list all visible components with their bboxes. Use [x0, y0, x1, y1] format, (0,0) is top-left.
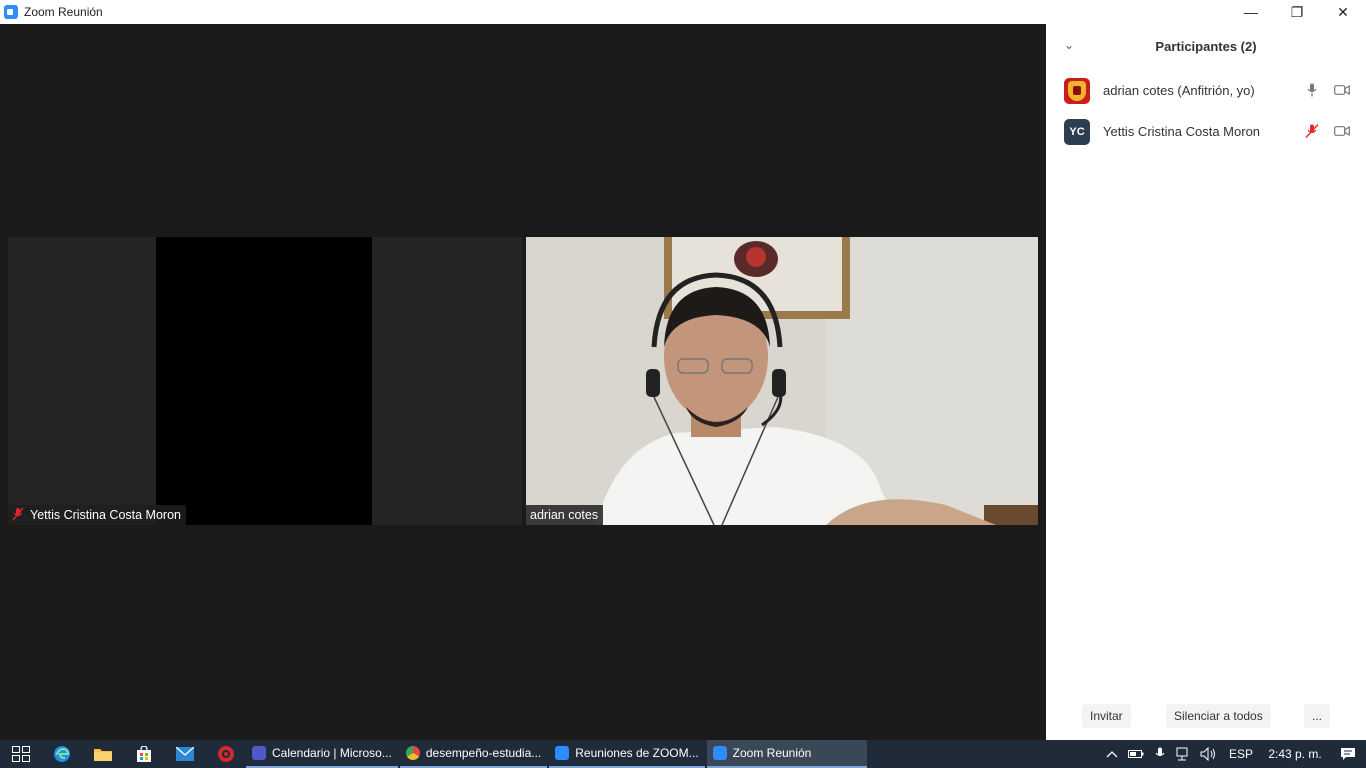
- participant-list: adrian cotes (Anfitrión, yo) YC Yettis C…: [1046, 68, 1366, 152]
- zoom-app-icon: [4, 5, 18, 19]
- mail-icon[interactable]: [164, 740, 205, 768]
- mic-icon[interactable]: [1304, 83, 1320, 97]
- camera-off-icon[interactable]: [1334, 124, 1350, 138]
- chevron-down-icon[interactable]: ⌄: [1064, 38, 1074, 52]
- window-title: Zoom Reunión: [24, 5, 103, 19]
- participant-name: adrian cotes (Anfitrión, yo): [1103, 83, 1255, 98]
- taskbar-app-label: Zoom Reunión: [732, 746, 812, 760]
- video-tile-yettis[interactable]: Yettis Cristina Costa Moron: [8, 237, 522, 525]
- red-circle-app-icon[interactable]: [205, 740, 246, 768]
- webcam-video-frame: [526, 237, 1038, 525]
- store-icon[interactable]: [123, 740, 164, 768]
- title-bar: Zoom Reunión — ❐ ✕: [0, 0, 1366, 24]
- chevron-up-icon[interactable]: [1100, 750, 1124, 758]
- more-options-button[interactable]: ...: [1304, 704, 1331, 728]
- camera-off-icon[interactable]: [1334, 83, 1350, 97]
- mic-muted-icon: [12, 507, 26, 524]
- avatar-logo-icon: [1064, 77, 1090, 104]
- edge-browser-icon[interactable]: [41, 740, 82, 768]
- panel-header: ⌄ Participantes (2): [1046, 24, 1366, 68]
- participant-name-tag: Yettis Cristina Costa Moron: [8, 505, 186, 525]
- panel-title: Participantes (2): [1155, 38, 1257, 54]
- language-indicator[interactable]: ESP: [1222, 747, 1260, 761]
- zoom-icon: [712, 746, 727, 760]
- taskbar-app-label: Calendario | Microso...: [272, 746, 392, 760]
- microphone-icon[interactable]: [1148, 747, 1172, 761]
- close-button[interactable]: ✕: [1320, 0, 1366, 24]
- minimize-button[interactable]: —: [1228, 0, 1274, 24]
- taskbar-app-label: desempeño-estudia...: [425, 746, 542, 760]
- participant-name: adrian cotes: [530, 508, 599, 522]
- taskbar-app-zoom-reunion[interactable]: Zoom Reunión: [706, 740, 867, 768]
- battery-icon[interactable]: [1124, 749, 1148, 759]
- volume-icon[interactable]: [1196, 747, 1222, 761]
- participant-row[interactable]: adrian cotes (Anfitrión, yo): [1046, 70, 1366, 111]
- window-controls: — ❐ ✕: [1228, 0, 1366, 24]
- panel-footer: Invitar Silenciar a todos ...: [1046, 704, 1366, 728]
- task-view-icon[interactable]: [0, 740, 41, 768]
- participant-name: Yettis Cristina Costa Moron: [1103, 124, 1261, 139]
- invite-button[interactable]: Invitar: [1082, 704, 1131, 728]
- taskbar-app-label: Reuniones de ZOOM...: [575, 746, 699, 760]
- network-icon[interactable]: [1172, 747, 1196, 761]
- participant-status-icons: [1304, 83, 1350, 97]
- restore-button[interactable]: ❐: [1274, 0, 1320, 24]
- zoom-icon: [555, 746, 570, 760]
- participant-row[interactable]: YC Yettis Cristina Costa Moron: [1046, 111, 1366, 152]
- participant-status-icons: [1304, 124, 1350, 138]
- taskbar-app-calendar[interactable]: Calendario | Microso...: [246, 740, 398, 768]
- participant-name: Yettis Cristina Costa Moron: [30, 508, 181, 522]
- video-feed-black: [156, 237, 372, 525]
- mic-muted-icon[interactable]: [1304, 124, 1320, 138]
- taskbar-app-chrome[interactable]: desempeño-estudia...: [399, 740, 548, 768]
- taskbar-app-zoom-meetings[interactable]: Reuniones de ZOOM...: [549, 740, 705, 768]
- system-tray: ESP 2:43 p. m.: [1100, 740, 1366, 768]
- meeting-video-area: Yettis Cristina Costa Moron adrian cotes: [0, 24, 1046, 740]
- chrome-icon: [405, 746, 420, 760]
- video-tile-adrian[interactable]: adrian cotes: [526, 237, 1038, 525]
- clock[interactable]: 2:43 p. m.: [1260, 747, 1330, 761]
- windows-taskbar: Calendario | Microso... desempeño-estudi…: [0, 740, 1366, 768]
- avatar: YC: [1064, 118, 1090, 145]
- participants-panel: ⌄ Participantes (2) adrian cotes (Anfitr…: [1046, 24, 1366, 740]
- file-explorer-icon[interactable]: [82, 740, 123, 768]
- notifications-icon[interactable]: [1330, 747, 1366, 761]
- teams-icon: [252, 746, 266, 760]
- participant-name-tag: adrian cotes: [526, 505, 604, 525]
- mute-all-button[interactable]: Silenciar a todos: [1166, 704, 1271, 728]
